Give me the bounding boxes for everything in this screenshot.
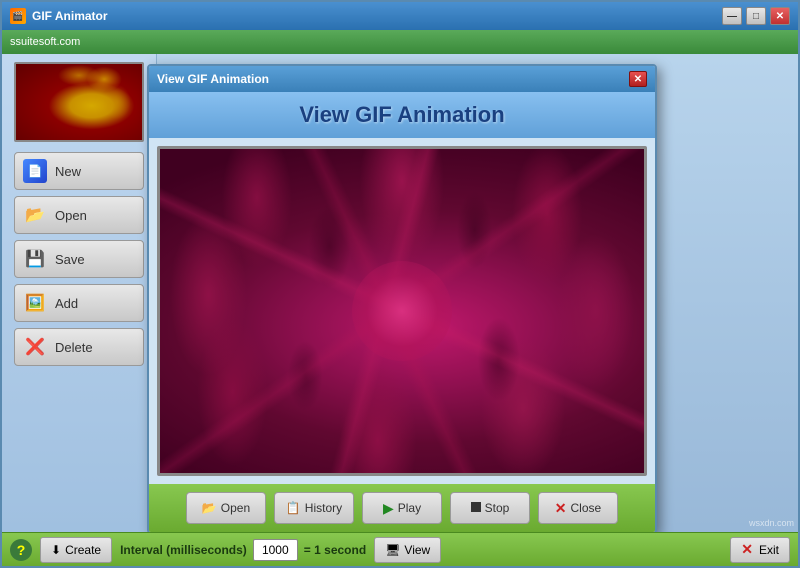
modal-stop-label: Stop bbox=[485, 501, 510, 515]
app-icon: 🎬 bbox=[10, 8, 26, 24]
modal-content bbox=[149, 138, 655, 484]
app-title: GIF Animator bbox=[32, 9, 108, 23]
modal-history-button[interactable]: 📋 History bbox=[274, 492, 354, 524]
exit-icon: ✕ bbox=[741, 541, 753, 558]
modal-overlay: View GIF Animation ✕ View GIF Animation bbox=[2, 54, 798, 532]
window-controls: — □ ✕ bbox=[722, 7, 790, 25]
main-window: 🎬 GIF Animator — □ ✕ ssuitesoft.com 📄 Ne… bbox=[0, 0, 800, 568]
modal-header-title: View GIF Animation bbox=[159, 102, 645, 128]
content-area: 📄 New 📂 Open 💾 Save 🖼️ Add ❌ Delete bbox=[2, 54, 798, 532]
view-button[interactable]: 🖥 View bbox=[374, 537, 441, 563]
exit-label: Exit bbox=[759, 543, 779, 557]
folder-icon: 📂 bbox=[202, 501, 217, 515]
modal-play-label: Play bbox=[398, 501, 421, 515]
animation-frame bbox=[157, 146, 647, 476]
modal-open-label: Open bbox=[221, 501, 250, 515]
help-icon: ? bbox=[17, 542, 26, 558]
close-icon: ✕ bbox=[555, 500, 567, 517]
exit-button[interactable]: ✕ Exit bbox=[730, 537, 790, 563]
close-window-button[interactable]: ✕ bbox=[770, 7, 790, 25]
create-label: Create bbox=[65, 543, 101, 557]
modal-title-text: View GIF Animation bbox=[157, 72, 269, 86]
interval-input[interactable] bbox=[253, 539, 298, 561]
play-icon: ▶ bbox=[383, 500, 394, 517]
interval-control: Interval (milliseconds) = 1 second bbox=[120, 539, 366, 561]
create-button[interactable]: ⬇ Create bbox=[40, 537, 112, 563]
history-icon: 📋 bbox=[286, 501, 301, 515]
interval-suffix: = 1 second bbox=[304, 543, 366, 557]
modal-header: View GIF Animation bbox=[149, 92, 655, 138]
modal-close-button[interactable]: ✕ bbox=[629, 71, 647, 87]
view-icon: 🖥 bbox=[385, 543, 400, 557]
brand-text: ssuitesoft.com bbox=[10, 36, 80, 48]
modal-open-button[interactable]: 📂 Open bbox=[186, 492, 266, 524]
modal-dialog: View GIF Animation ✕ View GIF Animation bbox=[147, 64, 657, 532]
modal-stop-button[interactable]: Stop bbox=[450, 492, 530, 524]
create-icon: ⬇ bbox=[51, 543, 61, 557]
modal-close-label: Close bbox=[571, 501, 602, 515]
main-area: View GIF Animation ✕ View GIF Animation bbox=[157, 54, 798, 532]
modal-footer: 📂 Open 📋 History ▶ Play bbox=[149, 484, 655, 532]
minimize-button[interactable]: — bbox=[722, 7, 742, 25]
modal-play-button[interactable]: ▶ Play bbox=[362, 492, 442, 524]
brand-bar: ssuitesoft.com bbox=[2, 30, 798, 54]
title-bar: 🎬 GIF Animator — □ ✕ bbox=[2, 2, 798, 30]
interval-label: Interval (milliseconds) bbox=[120, 543, 247, 557]
status-bar: ? ⬇ Create Interval (milliseconds) = 1 s… bbox=[2, 532, 798, 566]
modal-title-bar: View GIF Animation ✕ bbox=[149, 66, 655, 92]
view-label: View bbox=[404, 543, 430, 557]
maximize-button[interactable]: □ bbox=[746, 7, 766, 25]
modal-close-x-button[interactable]: ✕ Close bbox=[538, 492, 618, 524]
modal-history-label: History bbox=[305, 501, 342, 515]
help-button[interactable]: ? bbox=[10, 539, 32, 561]
flower-image bbox=[160, 149, 644, 473]
stop-icon bbox=[471, 501, 481, 515]
